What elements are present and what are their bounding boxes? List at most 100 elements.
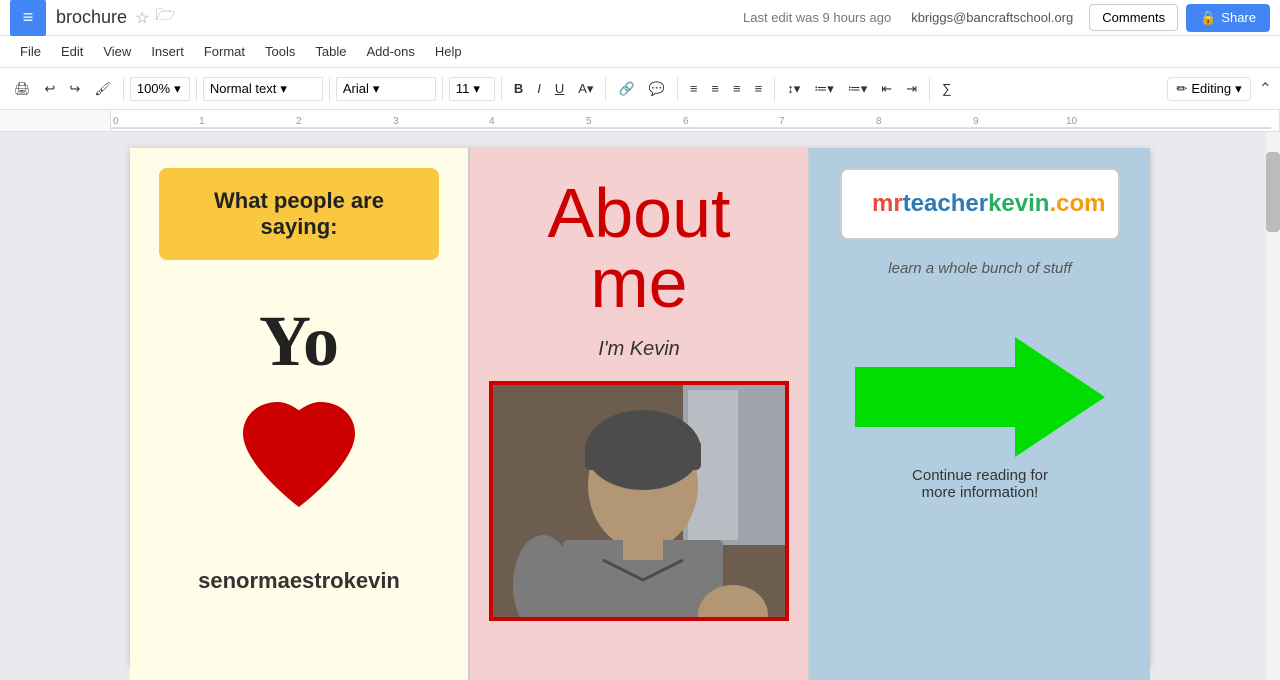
redo-button[interactable]: ↪ [63, 77, 86, 101]
divider2 [196, 77, 197, 101]
line-spacing-button[interactable]: ↕▾ [781, 77, 806, 101]
hamburger-icon: ≡ [23, 7, 34, 28]
align-right-button[interactable]: ≡ [727, 77, 747, 100]
yo-text: Yo [259, 300, 339, 383]
scrollbar[interactable] [1266, 132, 1280, 680]
divider7 [677, 77, 678, 101]
font-chevron-icon: ▾ [373, 81, 380, 97]
style-chevron-icon: ▾ [280, 81, 287, 97]
panel-left: What people are saying: Yo senormaestrok… [130, 148, 470, 680]
heart-icon [229, 393, 369, 523]
what-people-text: What people are saying: [189, 188, 409, 240]
text-color-button[interactable]: A▾ [572, 77, 599, 101]
print-button[interactable]: 🖨 [8, 77, 37, 101]
svg-text:5: 5 [586, 116, 592, 127]
website-text: mrteacherkevin.com [872, 190, 1088, 218]
website-kevin: kevin [988, 190, 1049, 217]
arrow-container [840, 337, 1120, 457]
menu-tools[interactable]: Tools [255, 40, 305, 63]
formula-button[interactable]: ∑ [936, 77, 957, 100]
undo-button[interactable]: ↩ [39, 77, 62, 101]
numbered-list-button[interactable]: ≔▾ [808, 77, 840, 101]
menu-format[interactable]: Format [194, 40, 255, 63]
folder-icon[interactable]: 🗁 [155, 4, 175, 31]
app-menu-button[interactable]: ≡ [10, 0, 46, 36]
pencil-icon: ✏ [1176, 81, 1187, 97]
pages-container: What people are saying: Yo senormaestrok… [130, 148, 1150, 664]
menu-file[interactable]: File [10, 40, 51, 63]
title-bar: ≡ brochure ☆ 🗁 Last edit was 9 hours ago… [0, 0, 1280, 36]
ruler-content: 0 1 2 3 4 5 6 7 8 9 10 [110, 110, 1280, 131]
divider4 [442, 77, 443, 101]
svg-text:0: 0 [113, 116, 119, 127]
svg-text:10: 10 [1066, 116, 1078, 127]
svg-text:3: 3 [393, 116, 399, 127]
learn-text: learn a whole bunch of stuff [888, 260, 1071, 277]
svg-text:8: 8 [876, 116, 882, 127]
star-icon[interactable]: ☆ [135, 8, 149, 28]
bullet-list-button[interactable]: ≔▾ [842, 77, 874, 101]
insert-link-button[interactable]: 🔗 [612, 77, 640, 101]
share-button[interactable]: 🔒 Share [1186, 4, 1270, 32]
zoom-selector[interactable]: 100% ▾ [130, 77, 190, 101]
website-mr: mr [872, 190, 903, 217]
last-edit-label: Last edit was 9 hours ago [743, 10, 891, 25]
divider8 [774, 77, 775, 101]
menu-insert[interactable]: Insert [141, 40, 194, 63]
heart-container [229, 393, 369, 528]
menu-addons[interactable]: Add-ons [356, 40, 424, 63]
continue-text: Continue reading formore information! [912, 467, 1048, 501]
divider5 [501, 77, 502, 101]
user-info: kbriggs@bancraftschool.org [911, 10, 1073, 25]
what-people-box: What people are saying: [159, 168, 439, 260]
comments-button[interactable]: Comments [1089, 4, 1178, 31]
menu-edit[interactable]: Edit [51, 40, 93, 63]
document-title[interactable]: brochure [56, 7, 127, 28]
svg-text:4: 4 [489, 116, 495, 127]
svg-text:1: 1 [199, 116, 205, 127]
menu-help[interactable]: Help [425, 40, 472, 63]
collapse-toolbar-button[interactable]: ⌃ [1259, 79, 1272, 99]
svg-text:2: 2 [296, 116, 302, 127]
svg-text:9: 9 [973, 116, 979, 127]
align-left-button[interactable]: ≡ [684, 77, 704, 100]
svg-text:6: 6 [683, 116, 689, 127]
style-selector[interactable]: Normal text ▾ [203, 77, 323, 101]
font-family-selector[interactable]: Arial ▾ [336, 77, 436, 101]
photo-image [493, 385, 785, 617]
website-teacher: teacher [903, 190, 988, 217]
decrease-indent-button[interactable]: ⇤ [875, 77, 898, 101]
underline-button[interactable]: U [549, 77, 570, 100]
divider1 [123, 77, 124, 101]
ruler: 0 1 2 3 4 5 6 7 8 9 10 [0, 110, 1280, 132]
scroll-thumb[interactable] [1266, 152, 1280, 232]
zoom-chevron-icon: ▾ [174, 81, 181, 97]
justify-button[interactable]: ≡ [749, 77, 769, 100]
paint-format-button[interactable]: 🖌 [88, 77, 117, 101]
toolbar: 🖨 ↩ ↪ 🖌 100% ▾ Normal text ▾ Arial ▾ 11 … [0, 68, 1280, 110]
document-area: What people are saying: Yo senormaestrok… [0, 132, 1280, 680]
menu-table[interactable]: Table [305, 40, 356, 63]
about-me-text: About me [490, 178, 788, 318]
photo-frame [489, 381, 789, 621]
divider3 [329, 77, 330, 101]
insert-comment-button[interactable]: 💬 [643, 77, 671, 101]
panel-right: mrteacherkevin.com learn a whole bunch o… [810, 148, 1150, 680]
bold-button[interactable]: B [508, 77, 529, 100]
menu-bar: File Edit View Insert Format Tools Table… [0, 36, 1280, 68]
italic-button[interactable]: I [531, 77, 547, 100]
website-box: mrteacherkevin.com [840, 168, 1120, 240]
photo-svg [493, 385, 789, 621]
font-size-selector[interactable]: 11 ▾ [449, 77, 495, 101]
website-dotcom: .com [1049, 190, 1105, 217]
lock-icon: 🔒 [1200, 10, 1216, 26]
increase-indent-button[interactable]: ⇥ [900, 77, 923, 101]
divider6 [605, 77, 606, 101]
im-kevin-text: I'm Kevin [598, 338, 680, 361]
editing-mode-selector[interactable]: ✏ Editing ▾ [1167, 77, 1250, 101]
menu-view[interactable]: View [93, 40, 141, 63]
align-center-button[interactable]: ≡ [705, 77, 725, 100]
panel-center: About me I'm Kevin [470, 148, 810, 680]
editing-chevron-icon: ▾ [1235, 81, 1242, 97]
divider9 [929, 77, 930, 101]
